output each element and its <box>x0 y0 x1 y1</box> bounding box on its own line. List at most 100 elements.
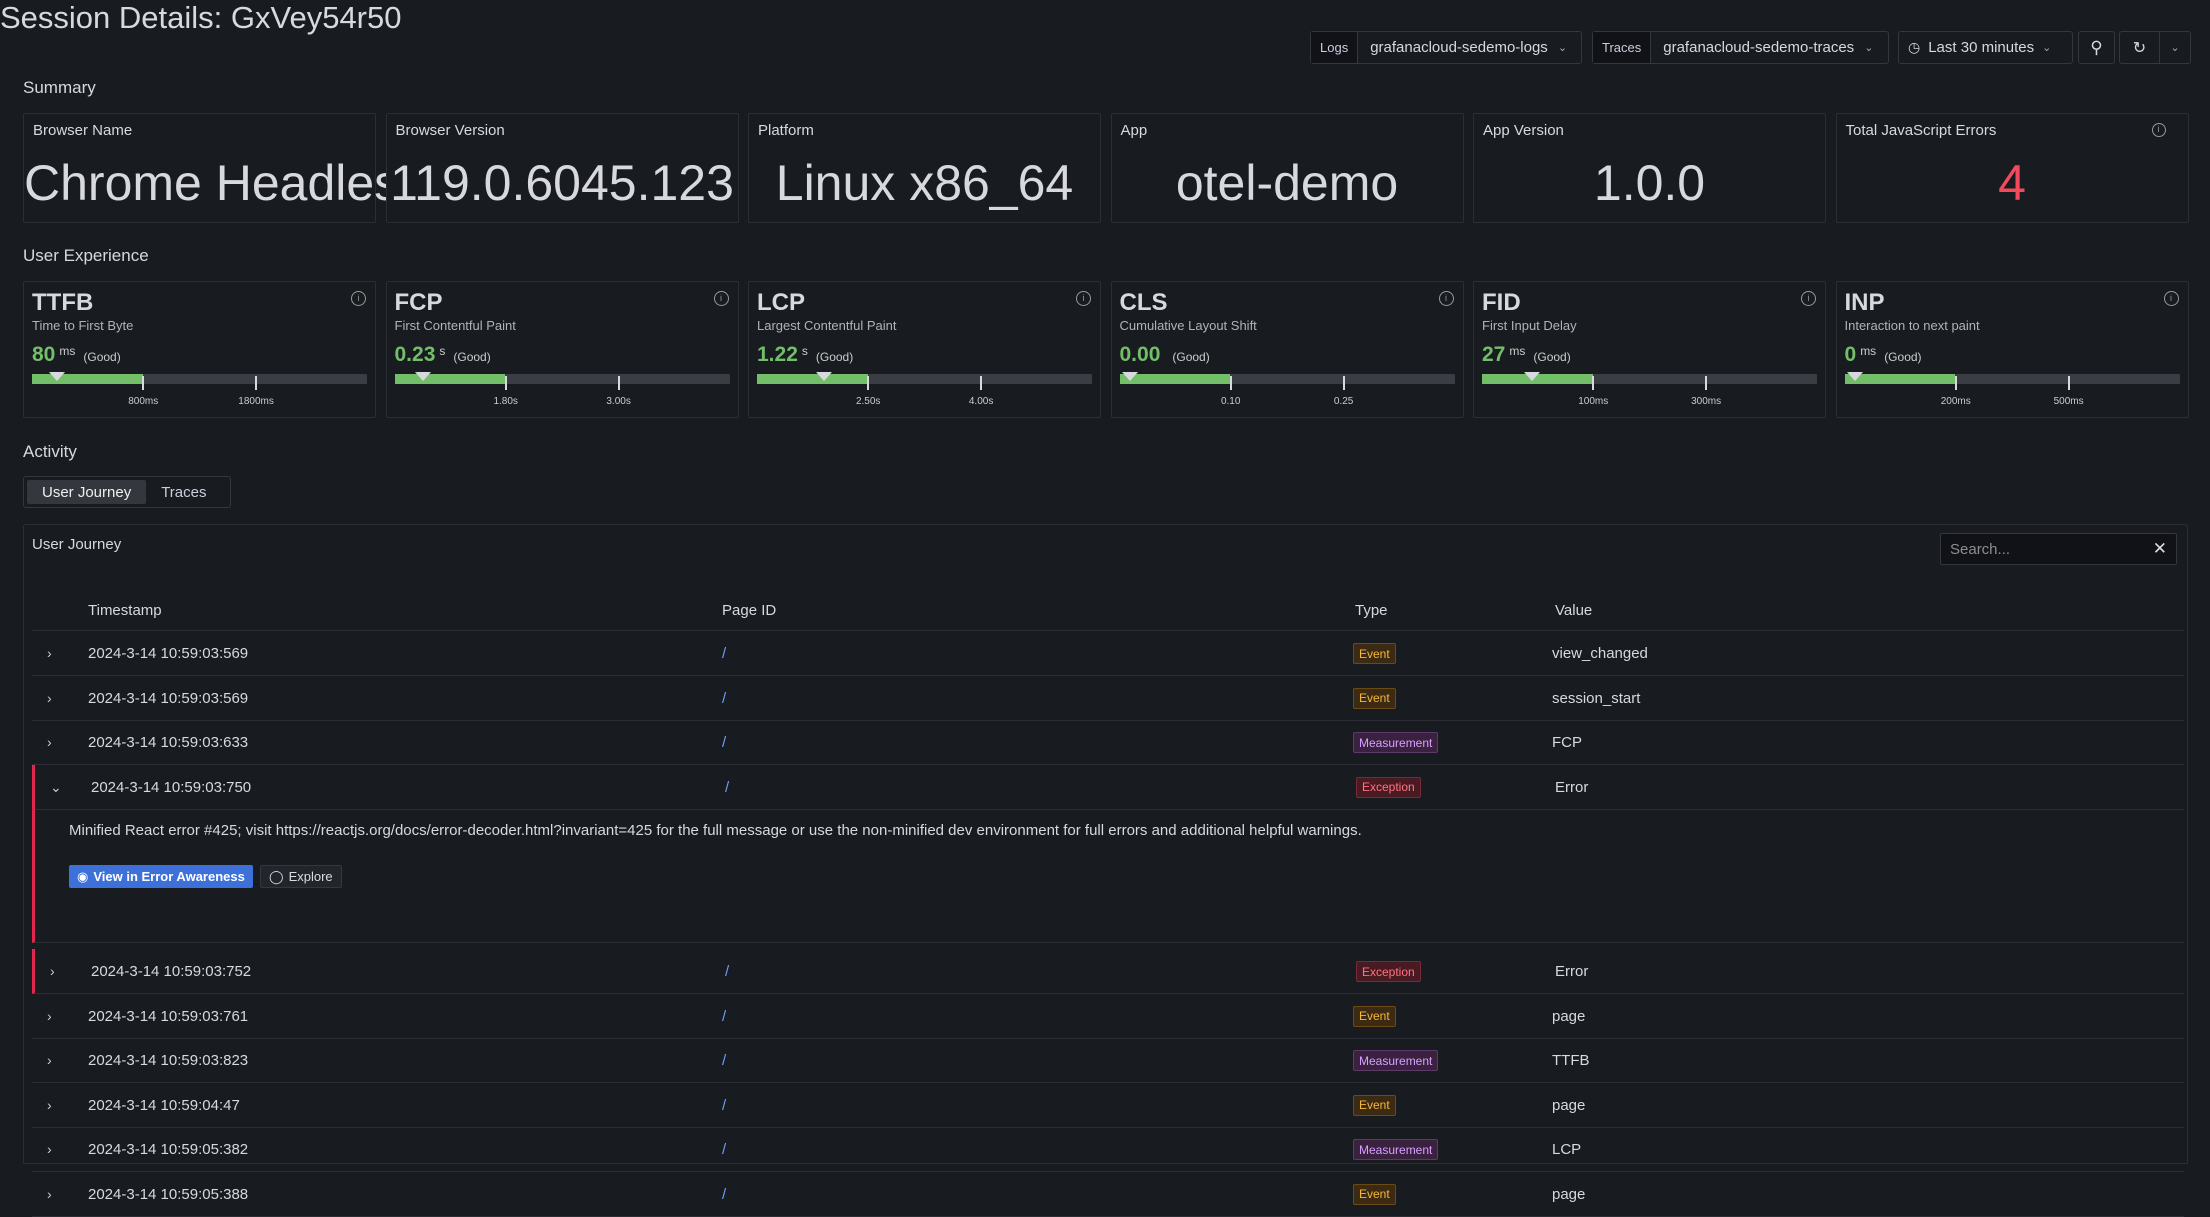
row-type-badge: Event <box>1353 643 1396 664</box>
table-row[interactable]: › 2024-3-14 10:59:04:47 / Event page <box>32 1083 2184 1128</box>
chevron-right-icon[interactable]: › <box>47 645 52 661</box>
tab-traces[interactable]: Traces <box>146 480 221 504</box>
info-icon[interactable]: i <box>1076 291 1091 306</box>
row-value: Error <box>1555 778 1589 796</box>
metric-rating: (Good) <box>1533 350 1571 364</box>
row-page-id-link[interactable]: / <box>722 645 726 662</box>
gauge-threshold-label: 1.80s <box>493 396 518 407</box>
value-marker <box>1121 372 1138 381</box>
value-marker <box>816 372 833 381</box>
row-value: LCP <box>1552 1141 1582 1158</box>
column-header-timestamp[interactable]: Timestamp <box>88 602 162 619</box>
stat-card-platform: Platform Linux x86_64 <box>748 113 1101 223</box>
gauge-threshold-tick <box>1342 376 1345 390</box>
table-row[interactable]: › 2024-3-14 10:59:03:761 / Event page <box>32 994 2184 1039</box>
metric-abbr: CLS <box>1119 289 1168 316</box>
refresh-control[interactable]: ↻ ⌄ <box>2119 31 2191 64</box>
logs-label: Logs <box>1311 32 1359 63</box>
table-row[interactable]: › 2024-3-14 10:59:03:633 / Measurement FCP <box>32 720 2184 765</box>
explore-button[interactable]: ◯ Explore <box>260 865 342 888</box>
gauge-threshold-label: 2.50s <box>855 396 881 407</box>
info-icon[interactable]: i <box>2163 291 2179 306</box>
row-timestamp: 2024-3-14 10:59:03:633 <box>88 734 249 751</box>
row-value: view_changed <box>1552 645 1648 662</box>
table-row[interactable]: › 2024-3-14 10:59:05:382 / Measurement LCP <box>32 1127 2184 1172</box>
tab-user-journey[interactable]: User Journey <box>27 480 147 504</box>
chevron-right-icon[interactable]: › <box>47 690 52 706</box>
metric-abbr: FID <box>1482 289 1521 316</box>
row-page-id-link[interactable]: / <box>722 1008 726 1025</box>
chevron-right-icon[interactable]: › <box>50 963 55 979</box>
row-page-id-link[interactable]: / <box>722 734 726 751</box>
column-header-type[interactable]: Type <box>1355 602 1388 619</box>
gauge-threshold-tick <box>1954 376 1957 390</box>
search-input[interactable] <box>1950 540 2140 558</box>
metric-name: First Input Delay <box>1482 318 1577 333</box>
gauge-threshold-label: 100ms <box>1578 396 1609 407</box>
table-row[interactable]: › 2024-3-14 10:59:03:569 / Event view_change… <box>32 631 2184 676</box>
gauge-threshold-label: 800ms <box>128 396 159 407</box>
metric-rating: (Good) <box>453 350 491 364</box>
activity-tabs: User Journey Traces <box>23 476 231 508</box>
compass-icon: ◯ <box>269 868 284 884</box>
refresh-button[interactable]: ↻ <box>2120 32 2160 63</box>
metric-abbr: FCP <box>394 289 443 316</box>
metric-value: 80 <box>32 343 56 366</box>
info-icon[interactable]: i <box>713 291 729 306</box>
chevron-right-icon[interactable]: › <box>47 1052 52 1068</box>
row-page-id-link[interactable]: / <box>725 963 729 980</box>
metric-gauge <box>394 372 730 384</box>
chevron-right-icon[interactable]: › <box>47 734 52 750</box>
chevron-right-icon[interactable]: › <box>47 1141 52 1157</box>
clear-search-icon[interactable]: ✕ <box>2153 539 2167 559</box>
view-in-error-awareness-button[interactable]: ◉ View in Error Awareness <box>69 865 253 888</box>
metric-unit: ms <box>59 344 76 358</box>
column-header-page-id[interactable]: Page ID <box>722 602 776 619</box>
info-icon[interactable]: i <box>1801 291 1816 306</box>
gauge-threshold-label: 300ms <box>1691 396 1722 407</box>
row-page-id-link[interactable]: / <box>722 1052 726 1069</box>
zoom-out-button[interactable]: ⚲ <box>2078 31 2115 64</box>
row-type-badge: Exception <box>1356 776 1421 798</box>
table-row[interactable]: › 2024-3-14 10:59:03:752 / Exception Error <box>32 949 2184 994</box>
traces-datasource-picker[interactable]: Traces grafanacloud-sedemo-traces ⌄ <box>1592 31 1889 64</box>
table-row[interactable]: › 2024-3-14 10:59:05:388 / Event page <box>32 1172 2184 1217</box>
row-value: page <box>1552 1007 1586 1025</box>
metric-rating: (Good) <box>83 350 121 364</box>
refresh-interval-dropdown[interactable]: ⌄ <box>2160 41 2190 54</box>
row-type-badge: Event <box>1353 1183 1396 1205</box>
row-page-id-link[interactable]: / <box>725 779 729 796</box>
chevron-down-icon: ⌄ <box>1557 42 1568 54</box>
logs-datasource-picker[interactable]: Logs grafanacloud-sedemo-logs ⌄ <box>1310 31 1582 64</box>
chevron-right-icon[interactable]: › <box>47 1008 52 1024</box>
traces-label: Traces <box>1593 32 1652 63</box>
info-icon[interactable]: i <box>2151 123 2166 137</box>
row-timestamp: 2024-3-14 10:59:05:388 <box>88 1185 249 1203</box>
gauge-threshold-label: 4.00s <box>968 396 994 407</box>
row-page-id-link[interactable]: / <box>722 1097 726 1114</box>
gauge-threshold-label: 0.25 <box>1333 396 1354 407</box>
chevron-right-icon[interactable]: › <box>47 1186 52 1202</box>
metric-name: Interaction to next paint <box>1844 318 1980 333</box>
stat-card-app: App otel-demo <box>1110 113 1464 223</box>
metric-card-lcp: LCP Largest Contentful Paint i 1.22 s (Good) 2… <box>748 281 1101 418</box>
row-page-id-link[interactable]: / <box>722 690 726 707</box>
chevron-down-icon[interactable]: ⌄ <box>50 779 62 796</box>
metric-unit: ms <box>1509 344 1526 358</box>
row-timestamp: 2024-3-14 10:59:03:823 <box>88 1052 249 1069</box>
stat-value: Linux x86_64 <box>775 155 1074 211</box>
time-range-picker[interactable]: ◷ Last 30 minutes ⌄ <box>1898 31 2073 64</box>
info-icon[interactable]: i <box>351 291 366 306</box>
gauge-fill <box>757 374 868 384</box>
column-header-value[interactable]: Value <box>1555 602 1592 619</box>
table-row[interactable]: › 2024-3-14 10:59:03:569 / Event session_sta… <box>32 676 2184 721</box>
row-page-id-link[interactable]: / <box>722 1141 726 1158</box>
chevron-right-icon[interactable]: › <box>47 1097 52 1113</box>
search-field: ✕ <box>1940 533 2177 565</box>
value-marker <box>1846 372 1863 381</box>
gauge-threshold-label: 500ms <box>2053 396 2084 407</box>
row-page-id-link[interactable]: / <box>722 1186 726 1203</box>
activity-heading: Activity <box>23 442 77 461</box>
info-icon[interactable]: i <box>1438 291 1454 306</box>
table-row[interactable]: › 2024-3-14 10:59:03:823 / Measurement TTFB <box>32 1038 2184 1083</box>
